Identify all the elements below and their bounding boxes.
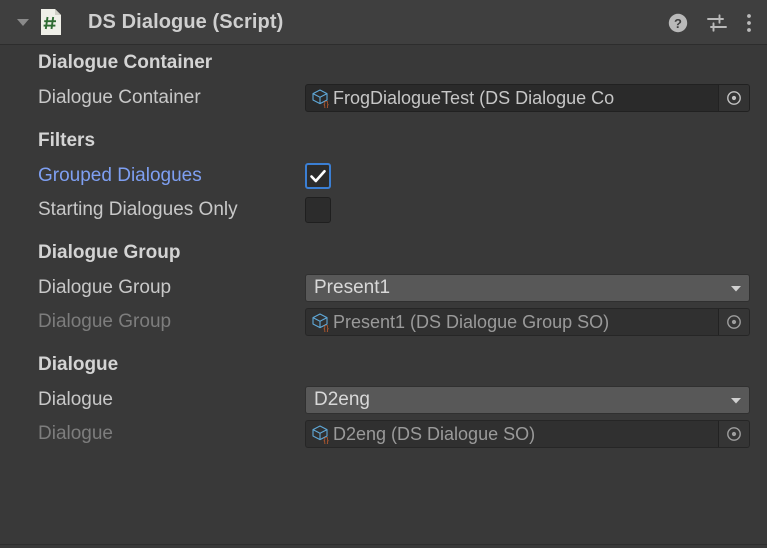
dropdown-dialogue-group[interactable]: Present1: [305, 274, 750, 302]
object-field-value: Present1 (DS Dialogue Group SO): [333, 312, 610, 332]
page-title: DS Dialogue (Script): [88, 10, 284, 33]
object-field-dialogue-container[interactable]: {} FrogDialogueTest (DS Dialogue Co: [305, 84, 750, 112]
checkbox-starting-dialogues-only[interactable]: [305, 197, 331, 223]
more-options-icon[interactable]: [745, 12, 753, 34]
chevron-down-icon[interactable]: [723, 393, 749, 407]
dropdown-box[interactable]: D2eng: [305, 386, 750, 414]
field-label-dialogue-group-readonly: Dialogue Group: [38, 311, 172, 332]
dropdown-value: D2eng: [314, 389, 370, 410]
section-header-filters: Filters: [38, 130, 96, 151]
field-label-starting-dialogues-only: Starting Dialogues Only: [38, 199, 238, 220]
svg-text:?: ?: [674, 16, 682, 31]
object-picker-icon: [718, 309, 749, 335]
svg-text:{}: {}: [324, 324, 330, 332]
row-dialogue-object: Dialogue {} D2eng (DS Dialogue SO): [0, 417, 767, 451]
checkbox-wrap-grouped-dialogues: [305, 163, 331, 189]
object-picker-icon[interactable]: [718, 85, 749, 111]
row-dialogue-group-object: Dialogue Group {} Present1 (DS Dialogue …: [0, 305, 767, 339]
object-field-value: D2eng (DS Dialogue SO): [333, 424, 536, 444]
inspector-panel: DS Dialogue (Script) ? Dialogue Containe…: [0, 0, 767, 548]
row-dialogue-group-dropdown: Dialogue Group Present1: [0, 271, 767, 305]
scriptable-object-icon: {}: [310, 311, 332, 333]
csharp-script-icon: [38, 8, 64, 36]
inspector-body: Dialogue Container Dialogue Container {}: [0, 45, 767, 451]
checkbox-wrap-starting-dialogues-only: [305, 197, 331, 223]
dropdown-value: Present1: [314, 277, 391, 298]
field-label-grouped-dialogues: Grouped Dialogues: [38, 165, 202, 186]
dropdown-dialogue[interactable]: D2eng: [305, 386, 750, 414]
object-field-box: {} D2eng (DS Dialogue SO): [305, 420, 750, 448]
object-field-box: {} Present1 (DS Dialogue Group SO): [305, 308, 750, 336]
section-header-dialogue: Dialogue: [38, 354, 119, 375]
dropdown-box[interactable]: Present1: [305, 274, 750, 302]
svg-text:{}: {}: [324, 436, 330, 444]
scriptable-object-icon: {}: [310, 423, 332, 445]
panel-bottom-divider: [0, 544, 767, 545]
field-label-dialogue-container: Dialogue Container: [38, 87, 201, 108]
object-field-dialogue: {} D2eng (DS Dialogue SO): [305, 420, 750, 448]
object-field-dialogue-group: {} Present1 (DS Dialogue Group SO): [305, 308, 750, 336]
field-label-dialogue: Dialogue: [38, 389, 113, 410]
row-starting-dialogues-only: Starting Dialogues Only: [0, 193, 767, 227]
section-header-dialogue-container: Dialogue Container: [38, 52, 213, 73]
help-icon[interactable]: ?: [667, 12, 689, 34]
section-header-dialogue-group: Dialogue Group: [38, 242, 181, 263]
svg-text:{}: {}: [324, 100, 330, 108]
header-icon-group: ?: [667, 0, 753, 45]
field-label-dialogue-readonly: Dialogue: [38, 423, 113, 444]
checkbox-grouped-dialogues[interactable]: [305, 163, 331, 189]
component-header: DS Dialogue (Script) ?: [0, 0, 767, 45]
row-dialogue-container: Dialogue Container {} FrogDialogueTest (…: [0, 81, 767, 115]
field-label-dialogue-group: Dialogue Group: [38, 277, 172, 298]
row-grouped-dialogues: Grouped Dialogues: [0, 159, 767, 193]
chevron-down-icon[interactable]: [723, 281, 749, 295]
object-field-box[interactable]: {} FrogDialogueTest (DS Dialogue Co: [305, 84, 750, 112]
preset-settings-icon[interactable]: [705, 12, 729, 34]
object-field-value: FrogDialogueTest (DS Dialogue Co: [333, 88, 615, 108]
object-picker-icon: [718, 421, 749, 447]
scriptable-object-icon: {}: [310, 87, 332, 109]
triangle-down-icon[interactable]: [10, 14, 36, 30]
row-dialogue-dropdown: Dialogue D2eng: [0, 383, 767, 417]
